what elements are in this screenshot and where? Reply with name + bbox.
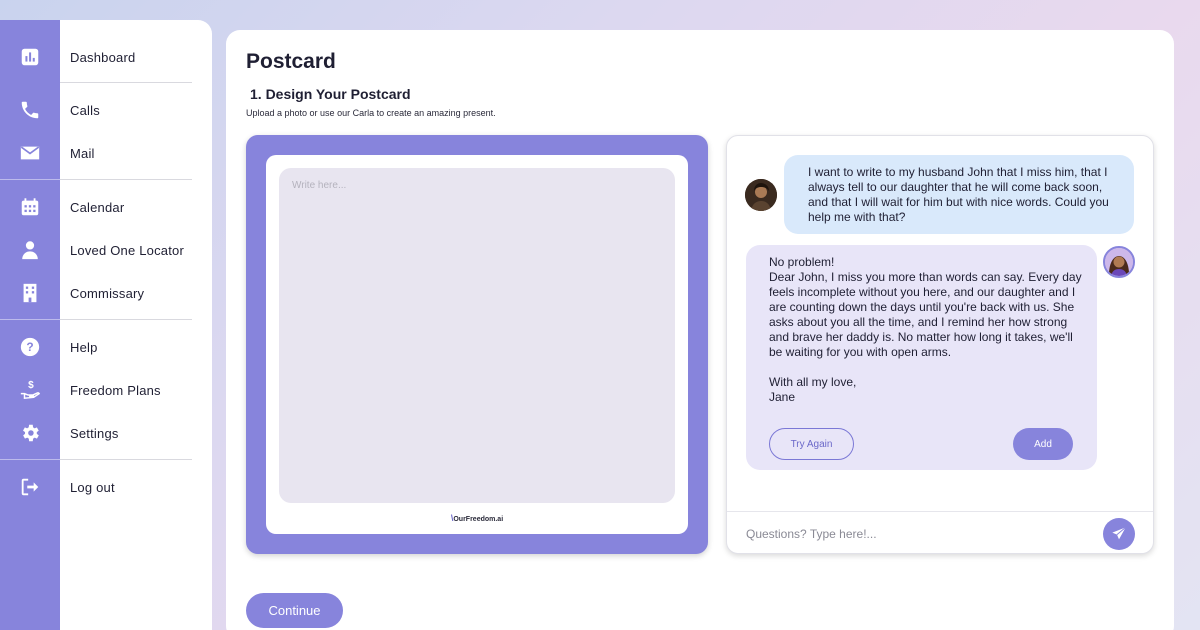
postcard-text-input[interactable]	[279, 168, 675, 503]
sidebar-item-label: Loved One Locator	[70, 242, 184, 258]
help-icon: ?	[0, 336, 60, 358]
section-title: 1. Design Your Postcard	[250, 86, 411, 102]
assistant-message-text: No problem! Dear John, I miss you more t…	[769, 255, 1082, 404]
sidebar-item-calls[interactable]: Calls	[0, 90, 212, 130]
brand-name: OurFreedom.ai	[453, 516, 504, 523]
add-button[interactable]: Add	[1013, 428, 1073, 460]
sidebar-item-label: Freedom Plans	[70, 382, 161, 398]
phone-icon	[0, 99, 60, 121]
chat-input[interactable]	[746, 524, 1086, 544]
sidebar-item-help[interactable]: ? Help	[0, 327, 212, 367]
logout-icon	[0, 476, 60, 498]
sidebar-rail-divider	[0, 459, 60, 460]
continue-button[interactable]: Continue	[246, 593, 343, 628]
user-message: I want to write to my husband John that …	[784, 155, 1134, 234]
svg-text:?: ?	[26, 340, 33, 354]
person-icon	[0, 239, 60, 261]
send-button[interactable]	[1103, 518, 1135, 550]
sidebar-item-freedom-plans[interactable]: $ Freedom Plans	[0, 370, 212, 410]
sidebar-item-log-out[interactable]: Log out	[0, 467, 212, 507]
sidebar: Dashboard Calls Mail Calendar Loved One …	[0, 20, 212, 630]
sidebar-item-label: Calls	[70, 102, 100, 118]
assistant-message: No problem! Dear John, I miss you more t…	[746, 245, 1097, 470]
sidebar-divider	[60, 82, 192, 83]
mail-icon	[0, 142, 60, 164]
page-title: Postcard	[246, 50, 336, 73]
chat-panel: I want to write to my husband John that …	[726, 135, 1154, 554]
chart-icon	[0, 46, 60, 68]
sidebar-divider	[60, 179, 192, 180]
send-icon	[1112, 526, 1126, 540]
user-avatar	[745, 179, 777, 211]
sidebar-item-commissary[interactable]: Commissary	[0, 273, 212, 313]
gear-icon	[0, 422, 60, 444]
postcard-card: \OurFreedom.ai	[266, 155, 688, 534]
main-panel: Postcard 1. Design Your Postcard Upload …	[226, 30, 1174, 630]
sidebar-item-loved-one-locator[interactable]: Loved One Locator	[0, 230, 212, 270]
sidebar-divider	[60, 319, 192, 320]
money-hand-icon: $	[0, 379, 60, 401]
sidebar-item-label: Dashboard	[70, 49, 136, 65]
calendar-icon	[0, 196, 60, 218]
sidebar-item-settings[interactable]: Settings	[0, 413, 212, 453]
try-again-button[interactable]: Try Again	[769, 428, 854, 460]
building-icon	[0, 282, 60, 304]
sidebar-item-label: Mail	[70, 145, 95, 161]
svg-text:$: $	[28, 380, 34, 391]
sidebar-item-label: Calendar	[70, 199, 125, 215]
assistant-avatar	[1103, 246, 1135, 278]
sidebar-item-calendar[interactable]: Calendar	[0, 187, 212, 227]
sidebar-item-label: Commissary	[70, 285, 145, 301]
sidebar-item-label: Log out	[70, 479, 115, 495]
sidebar-rail-divider	[0, 319, 60, 320]
sidebar-divider	[60, 459, 192, 460]
sidebar-item-label: Help	[70, 339, 98, 355]
section-subtitle: Upload a photo or use our Carla to creat…	[246, 108, 496, 118]
sidebar-item-label: Settings	[70, 425, 119, 441]
chat-input-bar	[727, 511, 1153, 553]
sidebar-item-dashboard[interactable]: Dashboard	[0, 37, 212, 77]
brand-logo: \OurFreedom.ai	[266, 513, 688, 523]
sidebar-rail-divider	[0, 179, 60, 180]
sidebar-item-mail[interactable]: Mail	[0, 133, 212, 173]
postcard-frame: \OurFreedom.ai	[246, 135, 708, 554]
